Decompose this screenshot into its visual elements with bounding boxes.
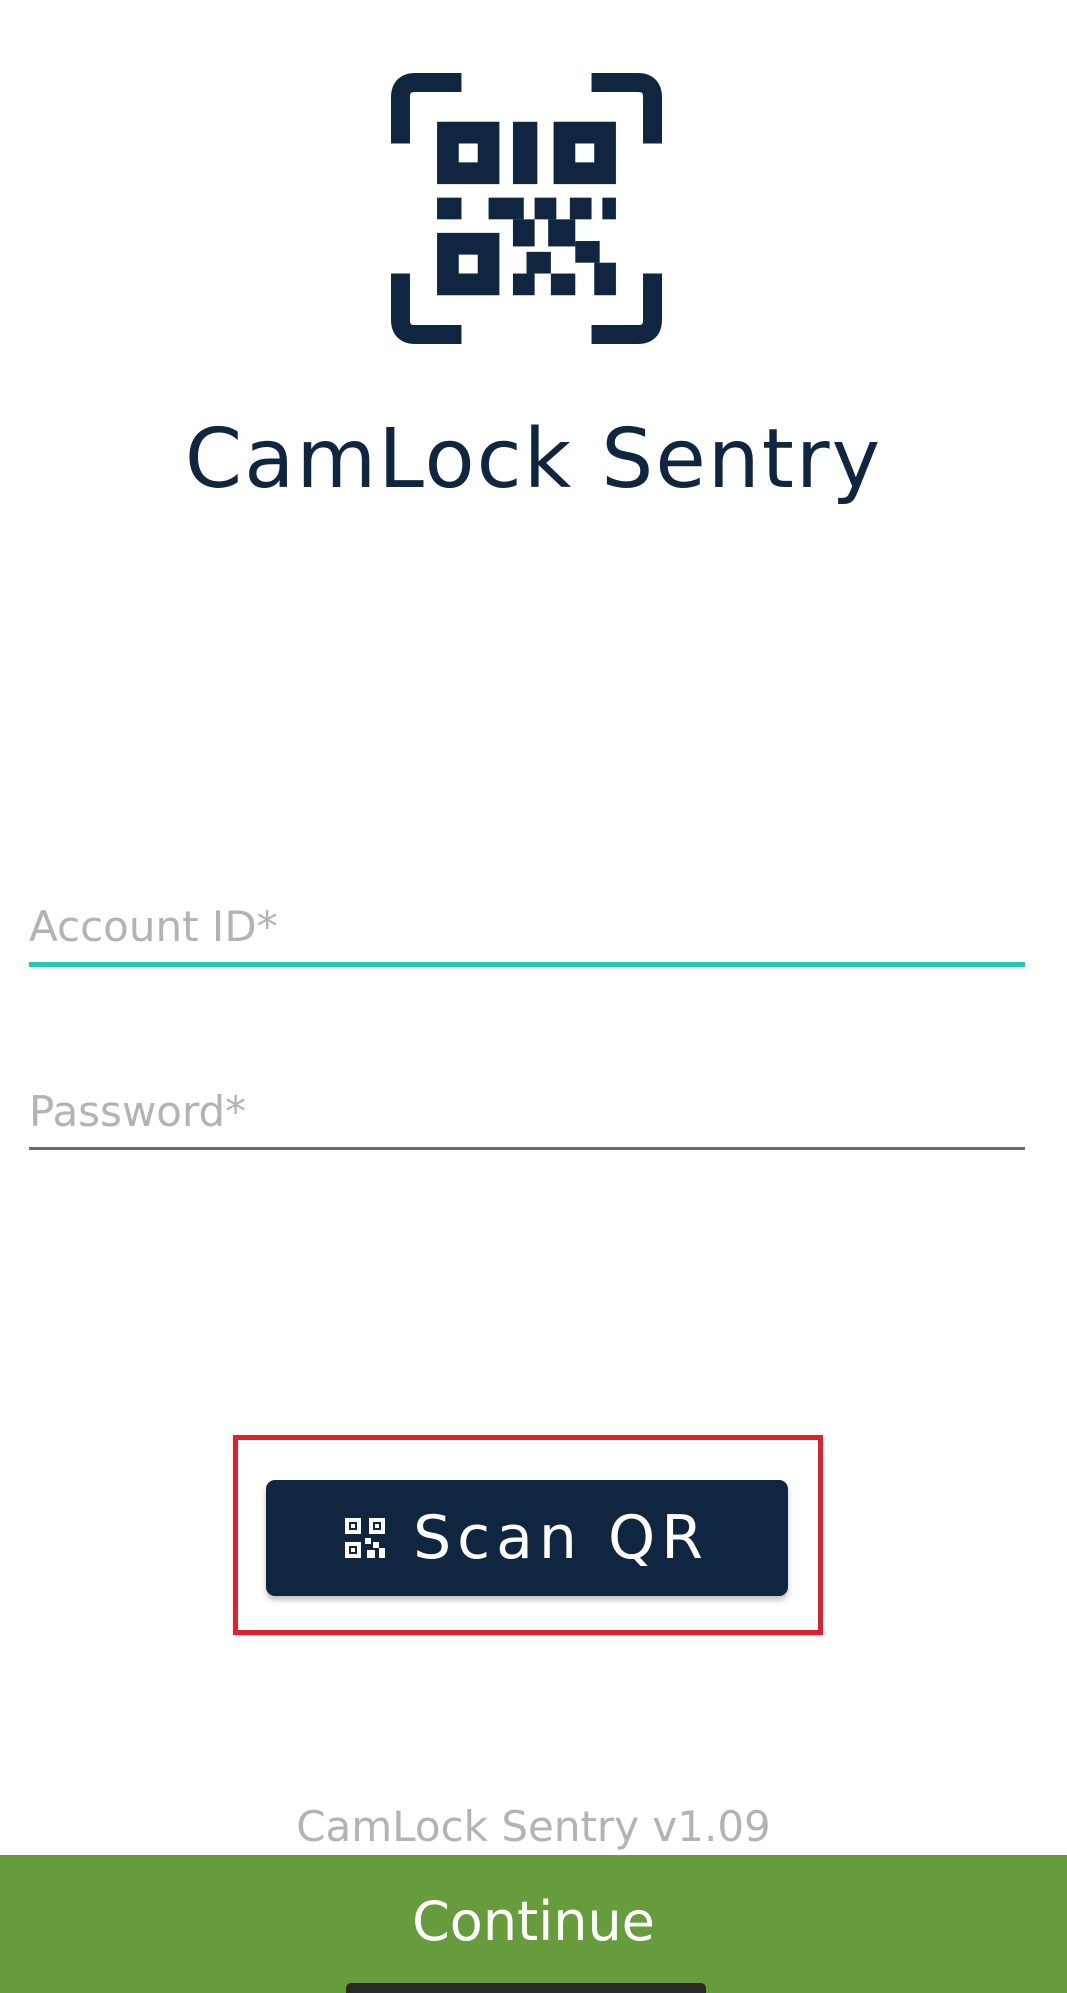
password-input[interactable] [29,1077,1025,1147]
qr-code-icon [345,1518,386,1558]
continue-button[interactable]: Continue [0,1855,1067,1993]
account-id-input[interactable] [29,892,1025,962]
home-indicator [346,1983,706,1993]
version-text: CamLock Sentry v1.09 [296,1802,771,1851]
app-title: CamLock Sentry [184,412,883,507]
password-field [29,1077,1025,1150]
scan-qr-button[interactable]: Scan QR [266,1480,788,1596]
continue-label: Continue [412,1889,655,1953]
qr-code-scan-icon [391,73,662,344]
login-screen: CamLock Sentry Scan QR CamLock Sentry v1… [0,0,1067,1993]
scan-qr-label: Scan QR [413,1503,709,1573]
account-id-field [29,892,1025,967]
